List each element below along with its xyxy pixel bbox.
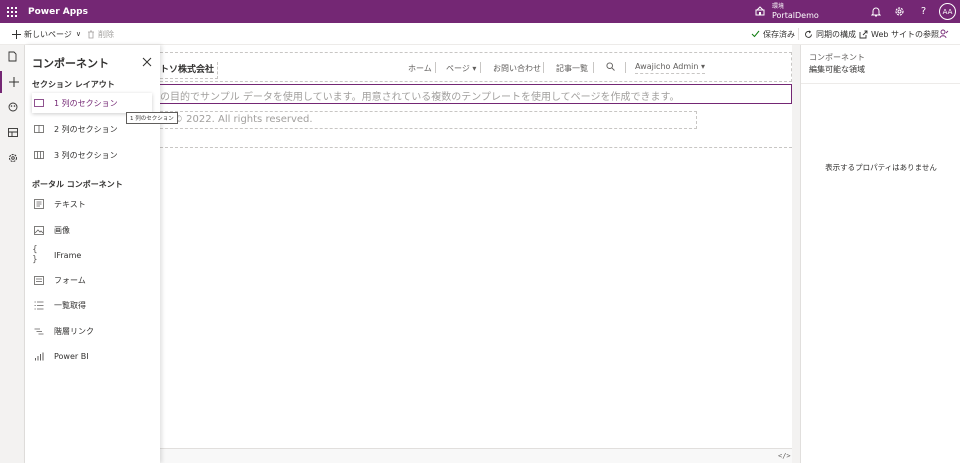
user-avatar[interactable]: AA [939,3,956,20]
environment-name: PortalDemo [772,11,819,20]
people-icon[interactable] [939,23,949,45]
nav-home[interactable]: ホーム [408,63,432,74]
component-label: 一覧取得 [54,300,86,310]
help-icon[interactable]: ? [917,5,930,18]
sync-icon [804,29,813,39]
one-column-section-button[interactable]: 1 列のセクション [32,93,152,113]
browse-label: Web サイトの参照 [871,29,939,39]
portal-components-heading: ポータル コンポーネント [32,180,123,189]
component-label: フォーム [54,275,86,285]
search-icon[interactable] [606,62,615,73]
panel-title: コンポーネント [32,57,109,70]
settings-icon[interactable] [0,147,25,169]
breadcrumb-icon [32,324,46,338]
save-status: 保存済み [751,23,795,45]
company-name[interactable]: トソ株式会社 [160,62,219,79]
properties-pane: コンポーネント 編集可能な領域 表示するプロパティはありません [800,45,960,463]
delete-button[interactable]: 削除 [87,23,114,45]
templates-icon[interactable] [0,121,25,143]
site-header[interactable]: トソ株式会社 ホーム ページ ▾ お問い合わせ 記事一覧 Awajicho Ad… [160,52,792,82]
new-page-button[interactable]: 新しいページ ∨ [12,23,81,45]
browse-website-button[interactable]: Web サイトの参照 [859,23,939,45]
text-icon [32,197,46,211]
list-icon [32,298,46,312]
page-canvas[interactable]: トソ株式会社 ホーム ページ ▾ お問い合わせ 記事一覧 Awajicho Ad… [160,45,792,448]
checkmark-icon [751,30,760,38]
section-label: 3 列のセクション [54,150,118,160]
divider [798,28,799,40]
left-rail [0,45,25,463]
intro-text: の目的でサンプル データを使用しています。用意されている複数のテンプレートを使用… [160,92,680,103]
component-label: 階層リンク [54,326,94,336]
open-external-icon [859,30,868,39]
copyright-text: © 2022. All rights reserved. [173,114,313,125]
notifications-icon[interactable] [869,5,882,18]
powerbi-icon [32,349,46,363]
nav-divider [543,62,544,73]
component-label: Power BI [54,351,89,361]
nav-pages[interactable]: ページ ▾ [446,63,476,74]
image-component-button[interactable]: 画像 [32,220,152,240]
chevron-down-icon: ∨ [75,30,81,38]
sync-label: 同期の構成 [816,29,856,39]
top-bar: Power Apps 環境 PortalDemo ? AA [0,0,960,23]
app-title[interactable]: Power Apps [28,7,88,17]
section-label: 2 列のセクション [54,124,118,134]
canvas-status-bar: </> [160,448,792,463]
components-panel: コンポーネント セクション レイアウト 1 列のセクション 2 列のセクション … [25,45,160,463]
one-column-icon [32,96,46,110]
selected-editable-section[interactable]: の目的でサンプル データを使用しています。用意されている複数のテンプレートを使用… [160,84,792,104]
environment-picker[interactable]: 環境 PortalDemo [754,2,819,20]
nav-divider [480,62,481,73]
component-label: テキスト [54,199,86,209]
breadcrumb-component-button[interactable]: 階層リンク [32,321,152,341]
tooltip: 1 列のセクション [126,112,178,124]
selected-element-name: 編集可能な領域 [809,65,865,74]
three-column-section-button[interactable]: 3 列のセクション [32,145,152,165]
sync-configuration-button[interactable]: 同期の構成 [804,23,856,45]
form-component-button[interactable]: フォーム [32,270,152,290]
iframe-icon: { } [32,245,38,265]
close-icon[interactable] [142,57,152,67]
new-page-label: 新しいページ [24,29,72,39]
plus-icon [12,29,21,39]
iframe-component-button[interactable]: { } IFrame [32,245,152,265]
three-column-icon [32,148,46,162]
component-label: 画像 [54,225,70,235]
nav-divider [593,62,594,73]
no-properties-message: 表示するプロパティはありません [825,163,937,172]
trash-icon [87,30,95,39]
image-icon [32,223,46,237]
nav-divider [625,62,626,73]
two-column-icon [32,122,46,136]
app-launcher-icon[interactable] [0,0,24,23]
footer-text-block[interactable]: © 2022. All rights reserved. [160,111,697,129]
section-label: 1 列のセクション [54,98,118,108]
environment-icon [755,6,765,16]
settings-gear-icon[interactable] [893,5,906,18]
selected-element-type: コンポーネント [809,53,865,62]
command-bar: 新しいページ ∨ 削除 保存済み 同期の構成 Web サイトの参照 [0,23,960,45]
pages-icon[interactable] [0,45,25,67]
code-view-icon[interactable]: </> [778,452,791,460]
nav-articles[interactable]: 記事一覧 [556,63,588,74]
environment-label: 環境 [772,3,785,10]
component-label: IFrame [54,250,82,260]
powerbi-component-button[interactable]: Power BI [32,346,152,366]
themes-palette-icon[interactable] [0,96,25,118]
saved-label: 保存済み [763,29,795,39]
user-menu[interactable]: Awajicho Admin ▾ [635,62,705,74]
form-icon [32,273,46,287]
delete-label: 削除 [98,29,114,39]
text-component-button[interactable]: テキスト [32,194,152,214]
list-component-button[interactable]: 一覧取得 [32,295,152,315]
divider [801,83,960,84]
nav-divider [435,62,436,73]
components-rail-icon[interactable] [0,71,25,93]
section-layout-heading: セクション レイアウト [32,80,115,89]
nav-contact[interactable]: お問い合わせ [493,63,541,74]
